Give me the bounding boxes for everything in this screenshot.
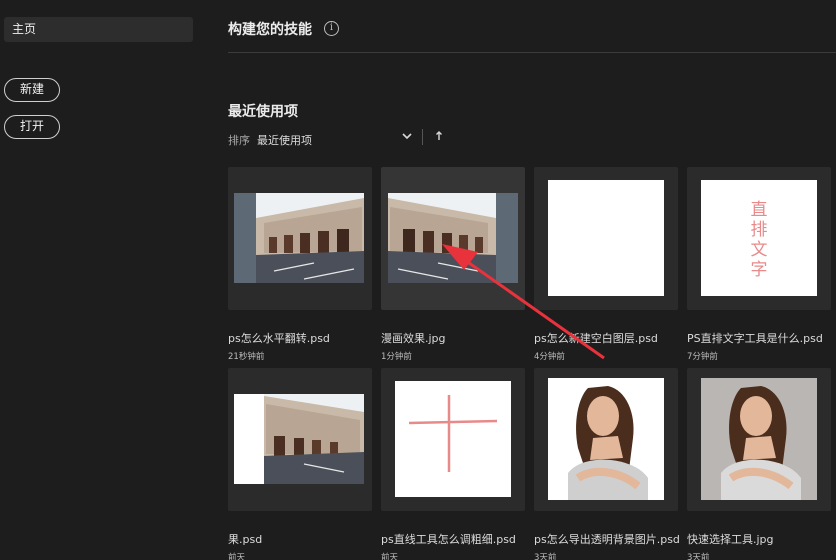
portrait-photo-gray [701,378,817,500]
file-time: 前天 [381,553,399,560]
street-photo-partial [234,394,364,484]
file-time: 3天前 [534,553,557,560]
sidebar-item-home[interactable]: 主页 [4,17,193,42]
sort-separator [422,129,423,145]
file-name: PS直排文字工具是什么.psd [687,332,823,345]
recent-file-card[interactable]: ps怎么导出透明背景图片.psd 3天前 [534,368,680,560]
recent-section-title: 最近使用项 [228,104,298,120]
file-name: 漫画效果.jpg [381,332,446,345]
file-thumbnail [687,368,831,511]
street-photo-mirrored [388,193,518,283]
file-name: 快速选择工具.jpg [687,533,774,546]
file-time: 7分钟前 [687,352,718,362]
blank-canvas [548,180,664,296]
chevron-down-icon[interactable] [400,128,414,144]
skills-title: 构建您的技能 [228,22,312,38]
file-thumbnail [381,368,525,511]
file-time: 1分钟前 [381,352,412,362]
file-name: ps怎么导出透明背景图片.psd [534,533,680,546]
file-name: ps怎么水平翻转.psd [228,332,330,345]
file-time: 21秒钟前 [228,352,265,362]
recent-file-card[interactable]: ps怎么水平翻转.psd 21秒钟前 [228,167,372,362]
recent-file-card[interactable]: 漫画效果.jpg 1分钟前 [381,167,525,362]
cross-lines-canvas [395,381,511,497]
portrait-photo [548,378,664,500]
file-thumbnail [228,167,372,310]
file-thumbnail [534,368,678,511]
file-thumbnail [381,167,525,310]
recent-file-card[interactable]: 果.psd 前天 [228,368,372,560]
file-name: ps直线工具怎么调粗细.psd [381,533,516,546]
divider [228,52,836,53]
vertical-text-canvas: 直排文字 [701,180,817,296]
file-thumbnail [534,167,678,310]
file-name: ps怎么新建空白图层.psd [534,332,658,345]
file-time: 3天前 [687,553,710,560]
file-time: 前天 [228,553,246,560]
open-button[interactable]: 打开 [4,115,60,139]
sort-dropdown[interactable]: 最近使用项 [257,132,312,148]
sidebar: 主页 新建 打开 [0,0,205,560]
sort-label: 排序 [228,134,250,147]
new-button[interactable]: 新建 [4,78,60,102]
file-thumbnail [228,368,372,511]
info-icon[interactable]: i [324,21,339,36]
recent-file-card[interactable]: ps怎么新建空白图层.psd 4分钟前 [534,167,678,362]
file-time: 4分钟前 [534,352,565,362]
recent-file-card[interactable]: 快速选择工具.jpg 3天前 [687,368,831,560]
street-photo [234,193,364,283]
sort-ascending-icon[interactable] [433,128,445,144]
vertical-text: 直排文字 [750,200,768,280]
recent-file-card[interactable]: ps直线工具怎么调粗细.psd 前天 [381,368,525,560]
file-name: 果.psd [228,533,263,546]
file-thumbnail: 直排文字 [687,167,831,310]
recent-file-card[interactable]: 直排文字 PS直排文字工具是什么.psd 7分钟前 [687,167,831,362]
